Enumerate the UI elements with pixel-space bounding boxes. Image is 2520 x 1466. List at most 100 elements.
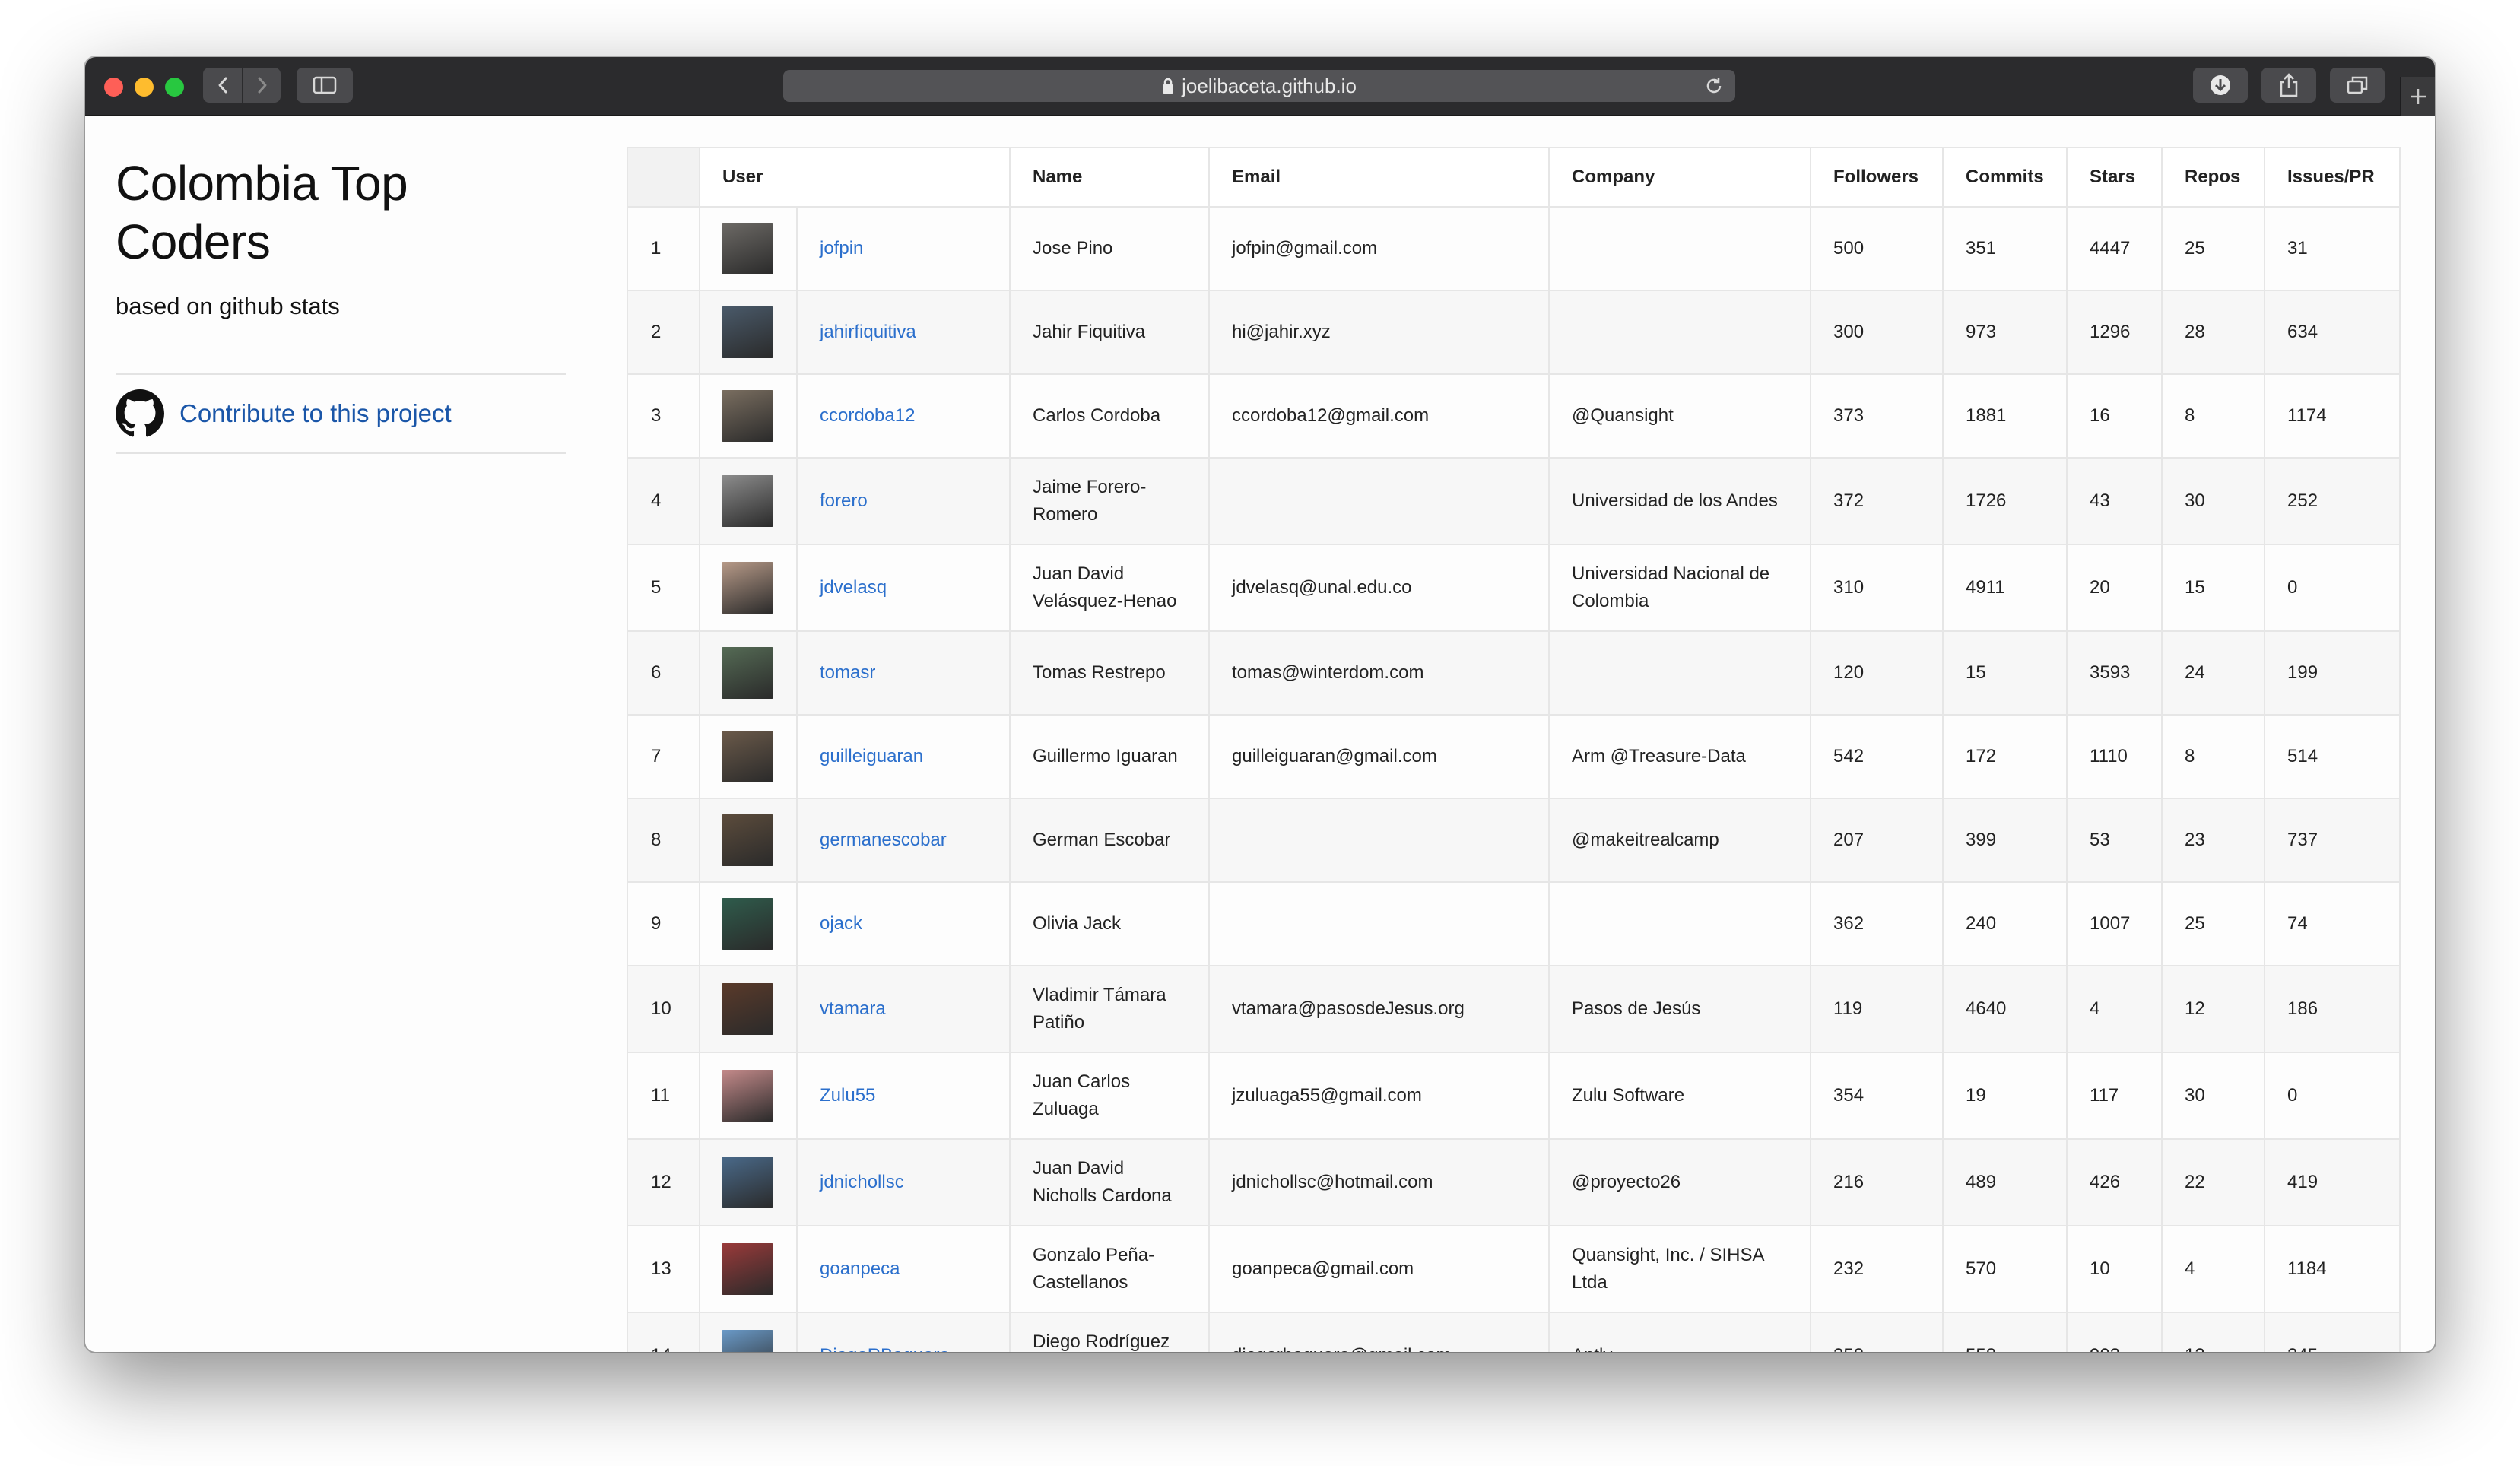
- header-user[interactable]: User: [699, 147, 1011, 208]
- user-profile-link[interactable]: jofpin: [820, 238, 863, 259]
- user-profile-link[interactable]: ccordoba12: [820, 405, 915, 426]
- header-stars[interactable]: Stars: [2066, 147, 2163, 208]
- avatar[interactable]: [722, 647, 773, 699]
- repos-count: 12: [2161, 965, 2265, 1053]
- user-profile-link[interactable]: goanpeca: [820, 1258, 900, 1279]
- row-index: 6: [627, 630, 700, 716]
- user-login: germanescobar: [796, 798, 1011, 883]
- zoom-window-button[interactable]: [165, 78, 184, 97]
- user-profile-link[interactable]: jahirfiquitiva: [820, 322, 916, 342]
- avatar[interactable]: [722, 731, 773, 782]
- avatar[interactable]: [722, 1157, 773, 1208]
- avatar[interactable]: [722, 475, 773, 527]
- user-company: @makeitrealcamp: [1548, 798, 1811, 883]
- user-name: Juan Carlos Zuluaga: [1009, 1052, 1210, 1140]
- download-icon: [2211, 75, 2230, 95]
- avatar[interactable]: [722, 983, 773, 1035]
- user-login: jdvelasq: [796, 544, 1011, 632]
- row-index: 7: [627, 714, 700, 799]
- back-button[interactable]: [203, 68, 242, 103]
- avatar[interactable]: [722, 562, 773, 614]
- followers-count: 300: [1810, 290, 1944, 375]
- repos-count: 13: [2161, 1312, 2265, 1352]
- followers-count: 500: [1810, 206, 1944, 291]
- avatar-cell: [699, 1052, 798, 1140]
- avatar[interactable]: [722, 306, 773, 358]
- user-name: Guillermo Iguaran: [1009, 714, 1210, 799]
- header-index: [627, 147, 700, 208]
- avatar-cell: [699, 881, 798, 966]
- minimize-window-button[interactable]: [135, 78, 154, 97]
- followers-count: 310: [1810, 544, 1944, 632]
- downloads-button[interactable]: [2193, 68, 2248, 103]
- header-commits[interactable]: Commits: [1942, 147, 2068, 208]
- user-login: jdnichollsc: [796, 1138, 1011, 1226]
- user-email: [1208, 798, 1550, 883]
- header-name[interactable]: Name: [1009, 147, 1210, 208]
- commits-count: 1881: [1942, 373, 2068, 459]
- repos-count: 8: [2161, 714, 2265, 799]
- avatar[interactable]: [722, 1330, 773, 1352]
- avatar[interactable]: [722, 223, 773, 274]
- tabs-overview-button[interactable]: [2330, 68, 2385, 103]
- user-login: ojack: [796, 881, 1011, 966]
- user-company: Pasos de Jesús: [1548, 965, 1811, 1053]
- sidebar: Colombia Top Coders based on github stat…: [116, 154, 566, 454]
- user-profile-link[interactable]: DiegoRBaquero: [820, 1345, 950, 1352]
- avatar[interactable]: [722, 390, 773, 442]
- user-login: jahirfiquitiva: [796, 290, 1011, 375]
- avatar[interactable]: [722, 814, 773, 866]
- user-company: Universidad Nacional de Colombia: [1548, 544, 1811, 632]
- header-company[interactable]: Company: [1548, 147, 1811, 208]
- chevron-left-icon: [218, 77, 227, 94]
- user-profile-link[interactable]: ojack: [820, 913, 862, 934]
- user-profile-link[interactable]: vtamara: [820, 998, 886, 1019]
- avatar-cell: [699, 714, 798, 799]
- avatar-cell: [699, 544, 798, 632]
- user-profile-link[interactable]: forero: [820, 490, 868, 511]
- header-followers[interactable]: Followers: [1810, 147, 1944, 208]
- table-row: 6 tomasr Tomas Restrepo tomas@winterdom.com…: [627, 630, 2401, 716]
- header-repos[interactable]: Repos: [2161, 147, 2265, 208]
- user-name: Carlos Cordoba: [1009, 373, 1210, 459]
- avatar[interactable]: [722, 1243, 773, 1295]
- share-button[interactable]: [2261, 68, 2316, 103]
- issues-count: 252: [2264, 457, 2401, 545]
- user-profile-link[interactable]: jdnichollsc: [820, 1172, 904, 1192]
- user-profile-link[interactable]: guilleiguaran: [820, 746, 923, 766]
- avatar[interactable]: [722, 1070, 773, 1122]
- avatar[interactable]: [722, 898, 773, 950]
- table-row: 2 jahirfiquitiva Jahir Fiquitiva hi@jahir.x…: [627, 290, 2401, 375]
- forward-button[interactable]: [242, 68, 281, 103]
- user-profile-link[interactable]: Zulu55: [820, 1085, 875, 1106]
- github-icon: [116, 389, 164, 437]
- user-login: vtamara: [796, 965, 1011, 1053]
- user-profile-link[interactable]: jdvelasq: [820, 577, 887, 598]
- stars-count: 16: [2066, 373, 2163, 459]
- address-bar[interactable]: joelibaceta.github.io: [783, 70, 1735, 102]
- close-window-button[interactable]: [104, 78, 123, 97]
- commits-count: 1726: [1942, 457, 2068, 545]
- table-row: 10 vtamara Vladimir Támara Patiño vtamara@p…: [627, 965, 2401, 1053]
- user-profile-link[interactable]: germanescobar: [820, 830, 947, 850]
- stars-count: 1296: [2066, 290, 2163, 375]
- user-login: tomasr: [796, 630, 1011, 716]
- issues-count: 737: [2264, 798, 2401, 883]
- browser-window: joelibaceta.github.io Colombia Top Coder…: [85, 57, 2435, 1352]
- row-index: 9: [627, 881, 700, 966]
- new-tab-button[interactable]: [2400, 77, 2435, 116]
- reload-icon[interactable]: [1703, 75, 1725, 97]
- user-profile-link[interactable]: tomasr: [820, 662, 875, 683]
- sidebar-toggle-button[interactable]: [297, 68, 353, 103]
- avatar-cell: [699, 798, 798, 883]
- contribute-link[interactable]: Contribute to this project: [179, 399, 452, 428]
- repos-count: 8: [2161, 373, 2265, 459]
- issues-count: 186: [2264, 965, 2401, 1053]
- header-email[interactable]: Email: [1208, 147, 1550, 208]
- commits-count: 489: [1942, 1138, 2068, 1226]
- user-login: ccordoba12: [796, 373, 1011, 459]
- issues-count: 0: [2264, 544, 2401, 632]
- issues-count: 1184: [2264, 1225, 2401, 1313]
- header-issues[interactable]: Issues/PR: [2264, 147, 2401, 208]
- user-login: jofpin: [796, 206, 1011, 291]
